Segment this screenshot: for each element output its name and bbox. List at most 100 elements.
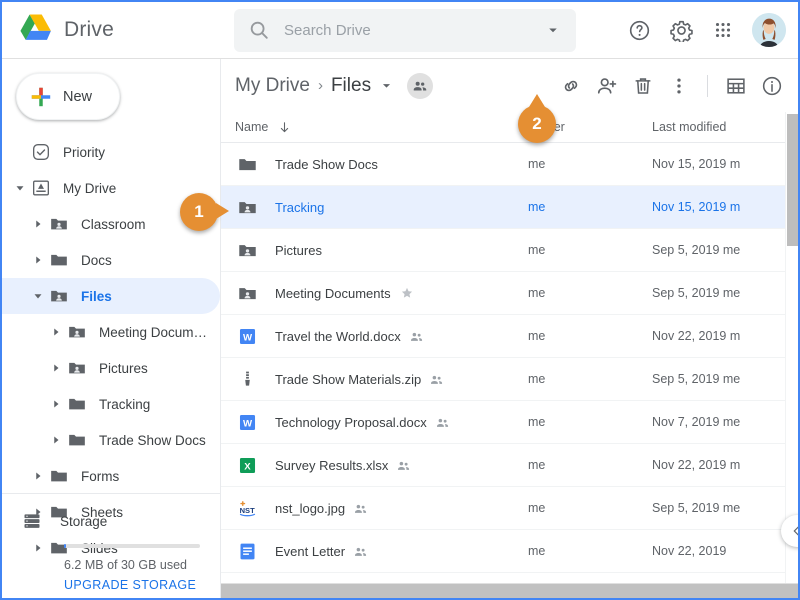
- sidebar-item-label: Pictures: [99, 360, 148, 376]
- breadcrumb-root[interactable]: My Drive: [235, 75, 310, 97]
- get-link-button[interactable]: [553, 68, 589, 104]
- twisty-collapsed-icon[interactable]: [28, 470, 48, 482]
- nst-logo-icon: NST: [239, 500, 255, 516]
- sidebar-item-pictures[interactable]: Pictures: [2, 350, 220, 386]
- sidebar-item-docs[interactable]: Docs: [2, 242, 220, 278]
- search-icon: [250, 21, 268, 39]
- toolbar: [553, 68, 790, 104]
- table-row[interactable]: Event Letter me Nov 22, 2019: [221, 530, 798, 573]
- more-actions-button[interactable]: [661, 68, 697, 104]
- owner-cell: me: [528, 200, 546, 214]
- table-row[interactable]: W Technology Proposal.docx me Nov 7, 2019 m…: [221, 401, 798, 444]
- sidebar-item-label: Priority: [63, 144, 106, 160]
- new-button-label: New: [63, 88, 93, 105]
- folder-shared-icon: [66, 322, 88, 342]
- folder-shared-icon: [235, 197, 259, 218]
- new-button[interactable]: New: [16, 73, 120, 120]
- sidebar-item-storage[interactable]: Storage: [2, 504, 220, 538]
- search-input[interactable]: [284, 21, 540, 39]
- settings-button[interactable]: [662, 11, 700, 49]
- twisty-collapsed-icon[interactable]: [46, 398, 66, 410]
- twisty-collapsed-icon[interactable]: [28, 218, 48, 230]
- file-name: Meeting Documents: [275, 285, 391, 301]
- modified-cell: Nov 22, 2019 m: [652, 458, 741, 472]
- folder-icon: [69, 398, 85, 410]
- twisty-collapsed-icon[interactable]: [46, 434, 66, 446]
- sidebar-item-trade-show-docs[interactable]: Trade Show Docs: [2, 422, 220, 458]
- sidebar-item-label: Tracking: [99, 396, 151, 412]
- search-box[interactable]: [234, 8, 576, 52]
- people-small-icon: [410, 332, 422, 341]
- folder-shared-icon: [235, 240, 259, 261]
- sidebar-item-forms[interactable]: Forms: [2, 458, 220, 494]
- owner-cell: me: [528, 501, 546, 515]
- remove-button[interactable]: [625, 68, 661, 104]
- star-icon[interactable]: [399, 285, 415, 301]
- sidebar: New Priority My Drive Classroom Docs Files Me…: [2, 59, 220, 598]
- help-button[interactable]: [620, 11, 658, 49]
- vertical-scrollbar-thumb[interactable]: [787, 114, 798, 246]
- table-row[interactable]: Trade Show Materials.zip me Sep 5, 2019 me: [221, 358, 798, 401]
- user-avatar[interactable]: [752, 13, 786, 47]
- folder-icon: [66, 430, 88, 450]
- upgrade-storage-link[interactable]: UPGRADE STORAGE: [64, 578, 220, 592]
- word-icon: W: [239, 328, 255, 344]
- row-name-cell: X Survey Results.xlsx: [235, 455, 528, 476]
- owner-cell: me: [528, 243, 546, 257]
- table-row[interactable]: X Survey Results.xlsx me Nov 22, 2019 m: [221, 444, 798, 487]
- table-row[interactable]: Tracking me Nov 15, 2019 m: [221, 186, 798, 229]
- breadcrumb-bar: My Drive › Files: [221, 59, 798, 112]
- folder-shared-icon: [238, 287, 256, 299]
- search-options-icon[interactable]: [540, 17, 566, 43]
- modified-cell: Nov 22, 2019: [652, 544, 727, 558]
- brand-area[interactable]: Drive: [2, 12, 218, 48]
- file-name: Travel the World.docx: [275, 328, 401, 344]
- sidebar-item-meeting-documen[interactable]: Meeting Documen…: [2, 314, 220, 350]
- file-rows: Trade Show Docs me Nov 15, 2019 m Tracking m…: [221, 143, 798, 573]
- table-row[interactable]: Pictures me Sep 5, 2019 me: [221, 229, 798, 272]
- apps-button[interactable]: [704, 11, 742, 49]
- storage-progress-bar: [64, 544, 200, 548]
- twisty-expanded-icon[interactable]: [28, 290, 48, 302]
- sidebar-item-label: Docs: [81, 252, 112, 268]
- storage-section: Storage 6.2 MB of 30 GB used UPGRADE STO…: [2, 493, 220, 592]
- google-drive-window: Drive Search Drive New Priority My Drive…: [0, 0, 800, 600]
- details-button[interactable]: [754, 68, 790, 104]
- twisty-expanded-icon[interactable]: [10, 182, 30, 194]
- callout-1-number: 1: [194, 202, 204, 221]
- breadcrumb-chevron-down-icon[interactable]: [378, 77, 395, 94]
- twisty-collapsed-icon[interactable]: [46, 326, 66, 338]
- vertical-scrollbar[interactable]: [785, 112, 798, 583]
- people-small-icon: [431, 375, 443, 384]
- twisty-collapsed-icon[interactable]: [46, 362, 66, 374]
- people-small-icon: [436, 418, 448, 427]
- table-row[interactable]: Meeting Documents me Sep 5, 2019 me: [221, 272, 798, 315]
- sidebar-item-files[interactable]: Files: [2, 278, 220, 314]
- storage-label: Storage: [60, 513, 108, 529]
- table-row[interactable]: Trade Show Docs me Nov 15, 2019 m: [221, 143, 798, 186]
- table-row[interactable]: W Travel the World.docx me Nov 22, 2019 m: [221, 315, 798, 358]
- sidebar-item-priority[interactable]: Priority: [2, 134, 220, 170]
- svg-text:NST: NST: [239, 505, 254, 514]
- add-people-button[interactable]: [589, 68, 625, 104]
- info-icon: [762, 76, 782, 95]
- sidebar-item-label: Forms: [81, 468, 120, 484]
- column-header-modified[interactable]: Last modified: [652, 118, 784, 136]
- modified-cell: Nov 22, 2019 m: [652, 329, 741, 343]
- grid-view-button[interactable]: [718, 68, 754, 104]
- sidebar-item-tracking[interactable]: Tracking: [2, 386, 220, 422]
- folder-icon: [51, 470, 67, 482]
- table-row[interactable]: NST nst_logo.jpg me Sep 5, 2019 me: [221, 487, 798, 530]
- sidebar-item-label: Classroom: [81, 216, 146, 232]
- breadcrumb-current[interactable]: Files: [331, 75, 371, 97]
- callout-2: 2: [518, 94, 556, 143]
- column-header-name[interactable]: Name: [235, 120, 528, 135]
- twisty-collapsed-icon[interactable]: [28, 254, 48, 266]
- row-name-cell: W Travel the World.docx: [235, 326, 528, 347]
- horizontal-scrollbar[interactable]: [221, 583, 798, 598]
- row-name-cell: Meeting Documents: [235, 283, 528, 304]
- file-name: nst_logo.jpg: [275, 500, 346, 516]
- folder-shared-badge[interactable]: [407, 72, 434, 99]
- horizontal-scrollbar-thumb[interactable]: [221, 584, 798, 598]
- file-name: Trade Show Docs: [275, 156, 378, 172]
